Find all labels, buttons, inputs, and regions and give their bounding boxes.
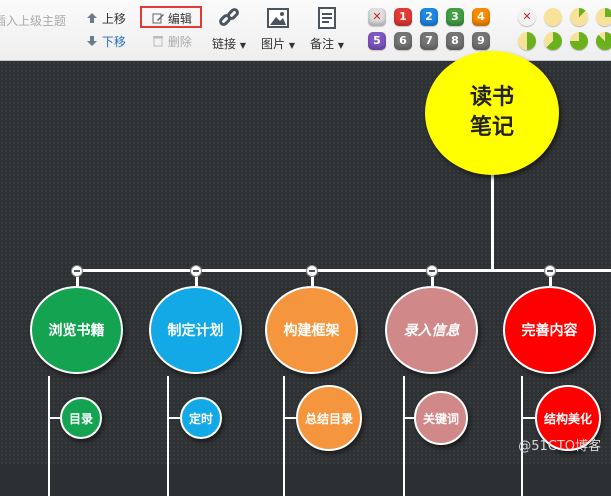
link-label: 链接 <box>212 37 237 51</box>
child-trunk-line <box>48 376 50 496</box>
child-branch-line <box>167 417 181 419</box>
child-branch-line <box>521 417 535 419</box>
chevron-down-icon: ▼ <box>337 41 344 50</box>
priority-4-button[interactable]: 4 <box>472 8 490 26</box>
move-up-label: 上移 <box>101 12 126 26</box>
root-label-line1: 读书 <box>469 85 514 110</box>
move-up-button[interactable]: 上移 <box>86 10 126 27</box>
picture-icon <box>267 8 289 28</box>
branch-label: 制定计划 <box>167 323 224 339</box>
priority-8-button[interactable]: 8 <box>446 32 464 50</box>
priority-2-button[interactable]: 2 <box>420 8 438 26</box>
progress-2-button[interactable] <box>570 8 588 26</box>
note-icon <box>318 7 336 29</box>
branch-label: 构建框架 <box>283 323 340 339</box>
child-trunk-line <box>283 376 285 496</box>
priority-clear-button[interactable]: ✕ <box>368 8 386 26</box>
child-label: 结构美化 <box>543 411 592 426</box>
chevron-down-icon: ▼ <box>239 41 246 50</box>
progress-3-button[interactable] <box>596 8 611 26</box>
image-button[interactable]: 图片 ▼ <box>257 6 299 52</box>
branch-node[interactable]: 制定计划 <box>149 286 242 374</box>
branch-label: 浏览书籍 <box>48 323 105 339</box>
child-node[interactable]: 目录 <box>60 397 102 439</box>
toolbar: 插入上级主题 上移 下移 编辑 删除 链接 ▼ 图片 ▼ 备注 ▼ ✕ 1 2 3 4 5… <box>0 0 611 61</box>
collapse-toggle[interactable] <box>305 265 318 277</box>
child-branch-line <box>283 417 297 419</box>
child-trunk-line <box>167 376 169 496</box>
priority-6-button[interactable]: 6 <box>394 32 412 50</box>
progress-5-button[interactable] <box>518 32 536 50</box>
branch-label: 录入信息 <box>403 323 460 339</box>
child-node[interactable]: 关键词 <box>414 391 468 445</box>
edit-label: 编辑 <box>167 12 192 26</box>
child-label: 关键词 <box>422 411 459 426</box>
root-label-line2: 笔记 <box>469 115 514 140</box>
priority-3-button[interactable]: 3 <box>446 8 464 26</box>
progress-1-button[interactable] <box>544 8 562 26</box>
root-connector <box>491 169 494 271</box>
branch-node[interactable]: 录入信息 <box>385 286 478 374</box>
edit-button[interactable]: 编辑 <box>152 10 192 27</box>
chevron-down-icon: ▼ <box>288 41 295 50</box>
watermark: @51CTO博客 <box>518 439 601 454</box>
progress-8-button[interactable] <box>596 32 611 50</box>
collapse-toggle[interactable] <box>70 265 83 277</box>
priority-9-button[interactable]: 9 <box>472 32 490 50</box>
child-node[interactable]: 定时 <box>180 397 222 439</box>
branch-node[interactable]: 完善内容 <box>503 286 596 374</box>
priority-5-button[interactable]: 5 <box>368 32 386 50</box>
progress-7-button[interactable] <box>570 32 588 50</box>
arrow-up-icon <box>87 13 97 23</box>
image-label: 图片 <box>261 37 286 51</box>
delete-button[interactable]: 删除 <box>152 33 192 50</box>
branch-node[interactable]: 浏览书籍 <box>30 286 123 374</box>
progress-clear-button[interactable]: ✕ <box>518 8 536 26</box>
child-label: 总结目录 <box>304 411 353 426</box>
child-label: 定时 <box>188 411 213 426</box>
link-button[interactable]: 链接 ▼ <box>209 6 249 52</box>
link-icon <box>219 8 239 26</box>
branch-connector <box>75 269 611 272</box>
child-node[interactable]: 总结目录 <box>296 385 362 451</box>
move-down-button[interactable]: 下移 <box>86 33 126 50</box>
collapse-toggle[interactable] <box>425 265 438 277</box>
branch-node[interactable]: 构建框架 <box>265 286 358 374</box>
trash-icon <box>153 36 163 47</box>
root-node[interactable]: 读书 笔记 <box>425 51 559 175</box>
arrow-down-icon <box>87 36 97 46</box>
branch-label: 完善内容 <box>521 323 578 339</box>
pencil-icon <box>152 13 164 24</box>
move-down-label: 下移 <box>101 35 126 49</box>
progress-6-button[interactable] <box>544 32 562 50</box>
priority-7-button[interactable]: 7 <box>420 32 438 50</box>
collapse-toggle[interactable] <box>543 265 556 277</box>
priority-1-button[interactable]: 1 <box>394 8 412 26</box>
child-label: 目录 <box>68 411 93 426</box>
delete-label: 删除 <box>167 35 192 49</box>
note-label: 备注 <box>310 37 335 51</box>
note-button[interactable]: 备注 ▼ <box>306 6 348 52</box>
child-trunk-line <box>403 376 405 496</box>
mindmap-canvas[interactable]: 读书 笔记 浏览书籍 制定计划 构建框架 录入信息 完善内容 目录 定时 总结目录 关键词 结构… <box>0 51 611 496</box>
insert-parent-topic-button[interactable]: 插入上级主题 <box>0 12 66 29</box>
collapse-toggle[interactable] <box>189 265 202 277</box>
